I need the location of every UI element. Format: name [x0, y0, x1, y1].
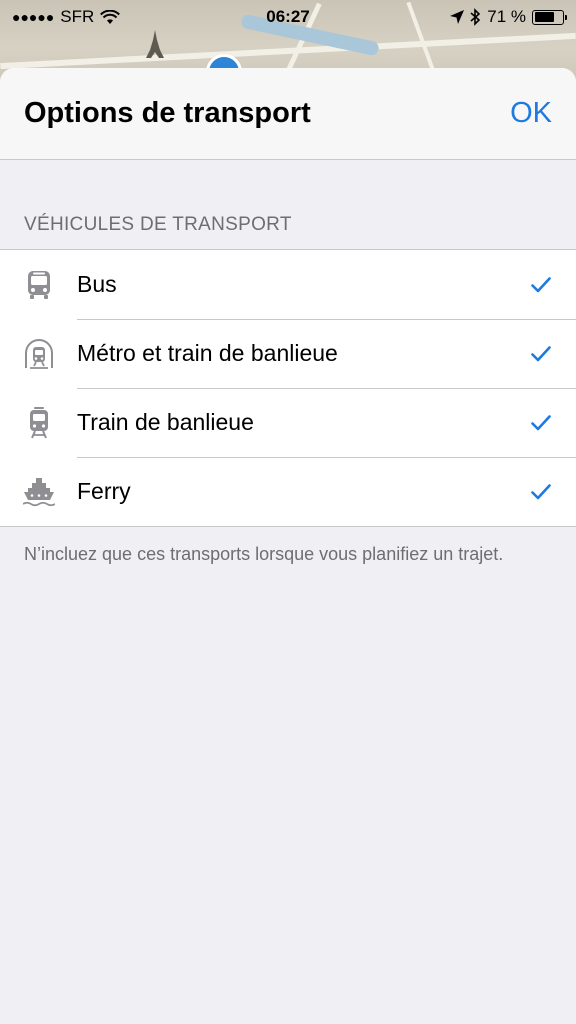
transport-label: Métro et train de banlieue — [77, 340, 338, 366]
transport-label: Ferry — [77, 478, 131, 504]
transport-label: Bus — [77, 271, 117, 297]
battery-level — [534, 12, 554, 22]
footer-note: N’incluez que ces transports lorsque vou… — [24, 544, 504, 564]
transport-options-sheet: Options de transport OK VÉHICULES DE TRA… — [0, 68, 576, 1024]
carrier-name: SFR — [60, 7, 95, 26]
ok-button[interactable]: OK — [510, 97, 552, 130]
wifi-icon — [100, 9, 121, 24]
transport-label: Train de banlieue — [77, 409, 254, 435]
battery-icon — [532, 9, 567, 25]
status-bar: ●●●●● SFR 06:27 71 % — [0, 0, 576, 34]
ferry-icon — [22, 477, 55, 506]
checkmark-icon — [531, 483, 551, 499]
transport-list: Bus Métro et train de banlieue Train de … — [0, 249, 576, 527]
battery-percent: 71 % — [487, 7, 526, 26]
checkmark-icon — [531, 414, 551, 430]
signal-strength-icon: ●●●●● — [12, 9, 55, 25]
eiffel-tower-icon — [146, 30, 164, 58]
section-header: VÉHICULES DE TRANSPORT — [24, 214, 292, 235]
transport-row-train[interactable]: Train de banlieue — [0, 388, 576, 457]
transport-row-ferry[interactable]: Ferry — [0, 457, 576, 526]
checkmark-icon — [531, 345, 551, 361]
page-title: Options de transport — [24, 97, 311, 129]
transport-row-bus[interactable]: Bus — [0, 250, 576, 319]
status-right: 71 % — [450, 7, 567, 27]
location-arrow-icon — [450, 10, 465, 24]
metro-icon — [24, 338, 53, 369]
checkmark-icon — [531, 276, 551, 292]
bluetooth-icon — [470, 8, 481, 26]
transport-row-metro[interactable]: Métro et train de banlieue — [0, 319, 576, 388]
bus-icon — [27, 270, 50, 299]
train-icon — [29, 406, 48, 438]
status-left: ●●●●● SFR — [12, 7, 121, 27]
navigation-bar: Options de transport OK — [0, 68, 576, 160]
